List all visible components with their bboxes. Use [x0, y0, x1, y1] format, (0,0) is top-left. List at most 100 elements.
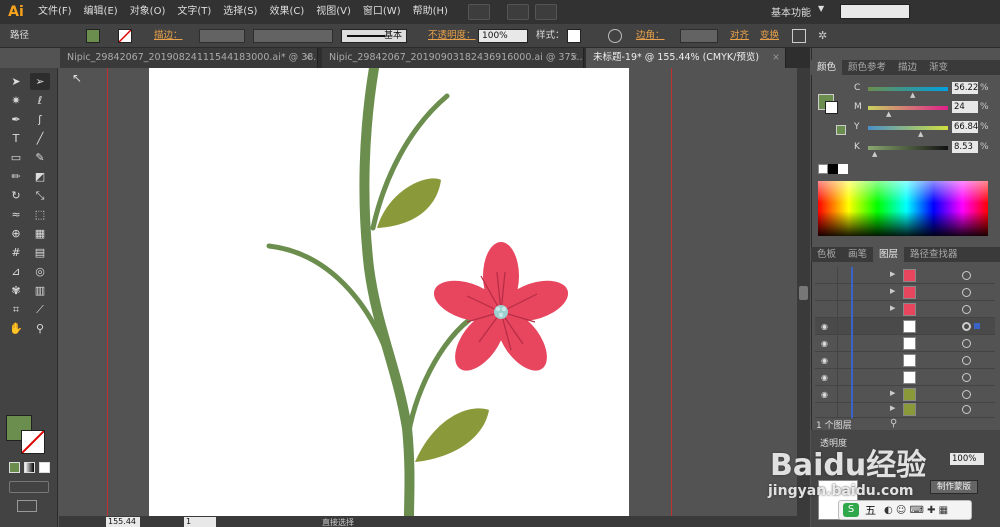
target-icon[interactable]	[962, 339, 971, 348]
menu-file[interactable]: 文件(F)	[32, 0, 78, 24]
eye-icon[interactable]: ◉	[821, 322, 831, 331]
slider-track-y[interactable]	[868, 126, 948, 130]
layer-row[interactable]: ◉	[815, 335, 995, 352]
value-input-y[interactable]: 66.84	[952, 121, 978, 133]
canvas-area[interactable]	[59, 68, 810, 516]
white-color-chip[interactable]	[838, 164, 848, 174]
sogou-icon[interactable]: S	[843, 503, 859, 517]
close-icon[interactable]: ×	[570, 48, 578, 68]
symbol-sprayer-icon[interactable]: ✾	[6, 282, 26, 299]
expand-arrow-icon[interactable]: ▶	[890, 304, 895, 312]
none-mode-icon[interactable]	[39, 462, 50, 473]
current-tool-status[interactable]: 直接选择	[322, 517, 354, 527]
ime-tools-icon[interactable]: ◐ ☺ ⌨ ✚ ▦	[884, 505, 948, 516]
tab-color[interactable]: 颜色	[811, 60, 843, 75]
zoom-tool-icon[interactable]: ⚲	[30, 320, 50, 337]
rectangle-tool-icon[interactable]: ▭	[6, 149, 26, 166]
layer-row-selected[interactable]: ◉	[815, 318, 995, 335]
fill-swatch[interactable]	[86, 29, 100, 43]
layer-row[interactable]: ◉	[815, 352, 995, 369]
menu-effect[interactable]: 效果(C)	[263, 0, 310, 24]
blend-tool-icon[interactable]: ◎	[30, 263, 50, 280]
eyedropper-icon[interactable]: ⊿	[6, 263, 26, 280]
color-stroke-swatch[interactable]	[825, 101, 838, 114]
corner-dropdown[interactable]	[680, 29, 718, 43]
options-menu-icon[interactable]: ✲	[818, 29, 832, 43]
rotate-tool-icon[interactable]: ↻	[6, 187, 26, 204]
menu-window[interactable]: 窗口(W)	[357, 0, 407, 24]
stroke-swatch[interactable]	[118, 29, 132, 43]
out-of-gamut-swatch[interactable]	[836, 125, 846, 135]
tab-brushes[interactable]: 画笔	[842, 247, 873, 262]
tab-document-2[interactable]: Nipic_29842067_20190903182436916000.ai @…	[322, 48, 584, 68]
opacity-input[interactable]: 100%	[478, 29, 528, 43]
eraser-icon[interactable]: ◩	[30, 168, 50, 185]
expand-arrow-icon[interactable]: ▶	[890, 270, 895, 278]
slider-knob-c[interactable]: ▲	[910, 91, 915, 99]
menu-view[interactable]: 视图(V)	[310, 0, 357, 24]
tab-gradient[interactable]: 渐变	[923, 60, 954, 75]
stroke-label[interactable]: 描边：	[154, 28, 183, 44]
tab-stroke[interactable]: 描边	[892, 60, 923, 75]
line-tool-icon[interactable]: ╱	[30, 130, 50, 147]
target-icon[interactable]	[962, 405, 971, 414]
layer-row[interactable]: ▶	[815, 301, 995, 318]
selection-indicator[interactable]	[974, 323, 980, 329]
slider-track-c[interactable]	[868, 87, 948, 91]
leaf-lower[interactable]	[415, 408, 489, 462]
arrange-documents-icon[interactable]	[506, 4, 529, 20]
stroke-color-swatch[interactable]	[21, 430, 45, 454]
direct-selection-tool-icon[interactable]: ➢	[30, 73, 50, 90]
tab-pathfinder[interactable]: 路径查找器	[904, 247, 964, 262]
artboard[interactable]	[149, 68, 629, 516]
eye-icon[interactable]: ◉	[821, 339, 831, 348]
expand-arrow-icon[interactable]: ▶	[890, 404, 895, 412]
lasso-icon[interactable]: ℓ	[30, 92, 50, 109]
artboard-nav-input[interactable]: 1	[184, 517, 216, 527]
layer-row[interactable]: ◉	[815, 369, 995, 386]
perspective-grid-icon[interactable]: ▦	[30, 225, 50, 242]
menu-help[interactable]: 帮助(H)	[407, 0, 454, 24]
bridge-icon[interactable]	[467, 4, 490, 20]
zoom-input[interactable]: 155.44	[106, 517, 140, 527]
slice-tool-icon[interactable]: ⟋	[30, 301, 50, 318]
mesh-tool-icon[interactable]: #	[6, 244, 26, 261]
tab-document-3[interactable]: 未标题-19* @ 155.44% (CMYK/预览) ×	[586, 48, 786, 68]
target-icon[interactable]	[962, 390, 971, 399]
expand-arrow-icon[interactable]: ▶	[890, 389, 895, 397]
close-icon[interactable]: ×	[304, 48, 312, 68]
menu-object[interactable]: 对象(O)	[124, 0, 172, 24]
slider-knob-k[interactable]: ▲	[872, 150, 877, 158]
slider-knob-y[interactable]: ▲	[918, 130, 923, 138]
slider-track-k[interactable]	[868, 146, 948, 150]
value-input-m[interactable]: 24	[952, 101, 978, 113]
shape-builder-icon[interactable]: ⊕	[6, 225, 26, 242]
color-mode-icon[interactable]	[9, 462, 20, 473]
transform-link[interactable]: 变换	[760, 28, 779, 44]
layer-row[interactable]: ▶	[815, 284, 995, 301]
pencil-icon[interactable]: ✏	[6, 168, 26, 185]
tab-swatches[interactable]: 色板	[811, 247, 842, 262]
black-color-chip[interactable]	[828, 164, 838, 174]
variable-width-dropdown[interactable]	[253, 29, 333, 43]
gradient-tool-icon[interactable]: ▤	[30, 244, 50, 261]
corner-label[interactable]: 边角：	[636, 28, 665, 44]
curvature-tool-icon[interactable]: ʃ	[30, 111, 50, 128]
layer-row[interactable]: ▶	[815, 267, 995, 284]
tab-layers[interactable]: 图层	[873, 247, 905, 262]
target-icon[interactable]	[962, 288, 971, 297]
locate-object-icon[interactable]: ⚲	[890, 418, 897, 429]
isolate-icon[interactable]	[792, 29, 806, 43]
eye-icon[interactable]: ◉	[821, 373, 831, 382]
target-icon[interactable]	[962, 305, 971, 314]
ime-mode-label[interactable]: 五	[865, 502, 876, 518]
menu-edit[interactable]: 编辑(E)	[78, 0, 124, 24]
eye-icon[interactable]: ◉	[821, 390, 831, 399]
free-transform-icon[interactable]: ⬚	[30, 206, 50, 223]
menu-type[interactable]: 文字(T)	[171, 0, 217, 24]
type-tool-icon[interactable]: T	[6, 130, 26, 147]
none-color-chip[interactable]	[818, 164, 828, 174]
pen-tool-icon[interactable]: ✒	[6, 111, 26, 128]
scroll-thumb[interactable]	[799, 286, 808, 300]
hand-tool-icon[interactable]: ✋	[6, 320, 26, 337]
